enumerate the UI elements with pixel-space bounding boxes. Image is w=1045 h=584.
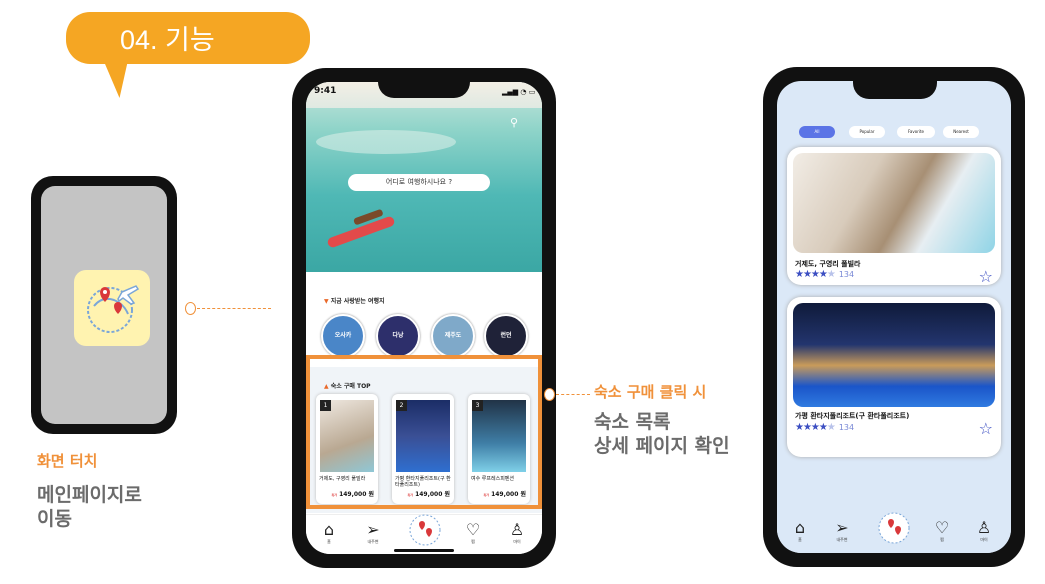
popular-section-title: ▼ 지금 사랑받는 여행지 xyxy=(324,298,385,305)
connector-line xyxy=(197,308,271,309)
nav-nearby[interactable]: ➢ 내주변 xyxy=(358,521,388,545)
globe-plane-icon xyxy=(878,512,910,544)
phone1-screen xyxy=(41,186,167,424)
nav-center-logo[interactable] xyxy=(408,513,441,548)
globe-plane-icon xyxy=(409,514,441,546)
nav-favorites[interactable]: ♡ 찜 xyxy=(927,519,957,543)
phone1-desc-caption: 메인페이지로 이동 xyxy=(37,484,142,530)
home-icon: ⌂ xyxy=(794,518,806,537)
phone-notch xyxy=(378,82,470,98)
bubble-tail xyxy=(102,58,136,98)
stay-title: 거제도, 구영리 풀빌라 xyxy=(795,260,861,268)
phone-stay-list: All Popular Favorite Nearest 거제도, 구영리 풀빌… xyxy=(763,67,1025,567)
stay-list-card[interactable]: 가평 환타지풀리조트(구 환타풀리조트) ★★★★★ 134 ☆ xyxy=(787,297,1001,457)
rating-stars: ★★★★★ 134 xyxy=(795,422,855,433)
stay-photo xyxy=(793,303,995,407)
rating-stars: ★★★★★ 134 xyxy=(795,269,855,280)
home-indicator xyxy=(394,549,454,552)
nav-favorites[interactable]: ♡ 찜 xyxy=(458,521,488,545)
search-input[interactable]: 어디로 여행하시나요 ? xyxy=(348,174,490,191)
nav-home[interactable]: ⌂ 홈 xyxy=(785,519,815,543)
bottom-nav: ⌂ 홈 ➢ 내주변 ♡ 찜 ♙ 마이 xyxy=(777,511,1011,553)
phone-notch xyxy=(853,81,937,99)
destination-item[interactable]: 제주도 xyxy=(431,314,475,358)
status-icons: ▂▄▆ ◔ ▭ xyxy=(502,88,536,96)
app-icon[interactable] xyxy=(74,270,150,346)
tab-all[interactable]: All xyxy=(799,126,835,138)
globe-plane-icon xyxy=(87,285,140,333)
phone1-action-caption: 화면 터치 xyxy=(37,452,98,470)
tab-nearest[interactable]: Nearest xyxy=(943,126,979,138)
section-label: 04. 기능 xyxy=(120,25,215,55)
fire-icon: ▼ xyxy=(324,298,329,305)
bottom-nav: ⌂ 홈 ➢ 내주변 ♡ 찜 ♙ 마이 xyxy=(306,514,542,554)
annotation-desc: 숙소 목록 상세 페이지 확인 xyxy=(594,411,730,457)
search-icon[interactable]: ⚲ xyxy=(510,116,518,129)
stay-photo xyxy=(793,153,995,253)
person-icon: ♙ xyxy=(509,520,525,539)
stay-title: 가평 환타지풀리조트(구 환타풀리조트) xyxy=(795,412,910,420)
heart-icon: ♡ xyxy=(934,518,950,537)
phone-home-screen xyxy=(31,176,177,434)
top-stays-highlight-frame xyxy=(306,355,542,509)
nav-nearby[interactable]: ➢ 내주변 xyxy=(827,519,857,543)
favorite-star-icon[interactable]: ☆ xyxy=(979,419,993,438)
tab-favorite[interactable]: Favorite xyxy=(897,126,935,138)
destination-item[interactable]: 오사카 xyxy=(321,314,365,358)
heart-icon: ♡ xyxy=(465,520,481,539)
status-time: 9:41 xyxy=(314,86,337,96)
nav-center-logo[interactable] xyxy=(877,511,910,546)
annotation-action: 숙소 구매 클릭 시 xyxy=(594,383,707,401)
destination-item[interactable]: 런던 xyxy=(484,314,528,358)
paper-plane-icon: ➢ xyxy=(835,518,849,537)
hero-image: 9:41 ▂▄▆ ◔ ▭ ⚲ 어디로 여행하시나요 ? xyxy=(306,82,542,272)
nav-my[interactable]: ♙ 마이 xyxy=(969,519,999,543)
destination-item[interactable]: 다낭 xyxy=(376,314,420,358)
nav-home[interactable]: ⌂ 홈 xyxy=(314,521,344,545)
phone3-screen: All Popular Favorite Nearest 거제도, 구영리 풀빌… xyxy=(777,81,1011,553)
home-icon: ⌂ xyxy=(323,520,335,539)
paper-plane-icon: ➢ xyxy=(366,520,380,539)
connector-line xyxy=(556,394,590,395)
person-icon: ♙ xyxy=(976,518,992,537)
connector-dot xyxy=(544,388,555,401)
stay-list-card[interactable]: 거제도, 구영리 풀빌라 ★★★★★ 134 ☆ xyxy=(787,147,1001,286)
favorite-star-icon[interactable]: ☆ xyxy=(979,267,993,286)
nav-my[interactable]: ♙ 마이 xyxy=(502,521,532,545)
connector-dot xyxy=(185,302,196,315)
tab-popular[interactable]: Popular xyxy=(849,126,885,138)
